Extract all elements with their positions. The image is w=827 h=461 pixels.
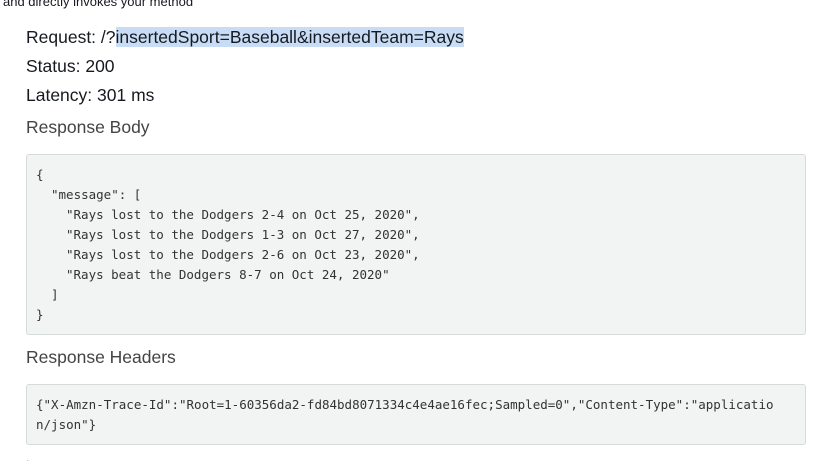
code-line: "Rays lost to the Dodgers 2-4 on Oct 25,… — [66, 207, 420, 222]
intro-text: and directly invokes your method — [3, 0, 194, 9]
request-query-selected: insertedSport=Baseball&insertedTeam=Rays — [115, 27, 464, 47]
status-line: Status: 200 — [26, 56, 115, 76]
code-line: "Rays lost to the Dodgers 2-6 on Oct 23,… — [66, 247, 420, 262]
code-line: n/json"} — [36, 417, 97, 432]
response-body-heading: Response Body — [26, 117, 150, 137]
code-line: "message": [ — [51, 187, 142, 202]
request-path: /? — [100, 27, 116, 47]
response-body-code[interactable]: { "message": [ "Rays lost to the Dodgers 2… — [26, 154, 806, 335]
response-headers-heading: Response Headers — [26, 347, 176, 367]
response-headers-code[interactable]: {"X-Amzn-Trace-Id":"Root=1-60356da2-fd84… — [26, 384, 806, 445]
request-label: Request: — [26, 27, 101, 47]
code-line: "Rays beat the Dodgers 8-7 on Oct 24, 20… — [66, 267, 390, 282]
code-line: {"X-Amzn-Trace-Id":"Root=1-60356da2-fd84… — [36, 397, 774, 412]
latency-line: Latency: 301 ms — [26, 85, 155, 105]
request-line: Request: /?insertedSport=Baseball&insert… — [26, 26, 464, 48]
code-line: "Rays lost to the Dodgers 1-3 on Oct 27,… — [66, 227, 420, 242]
code-line: ] — [51, 287, 59, 302]
code-line: } — [36, 307, 44, 322]
code-line: { — [36, 167, 44, 182]
trailing-mark: . — [26, 451, 30, 461]
